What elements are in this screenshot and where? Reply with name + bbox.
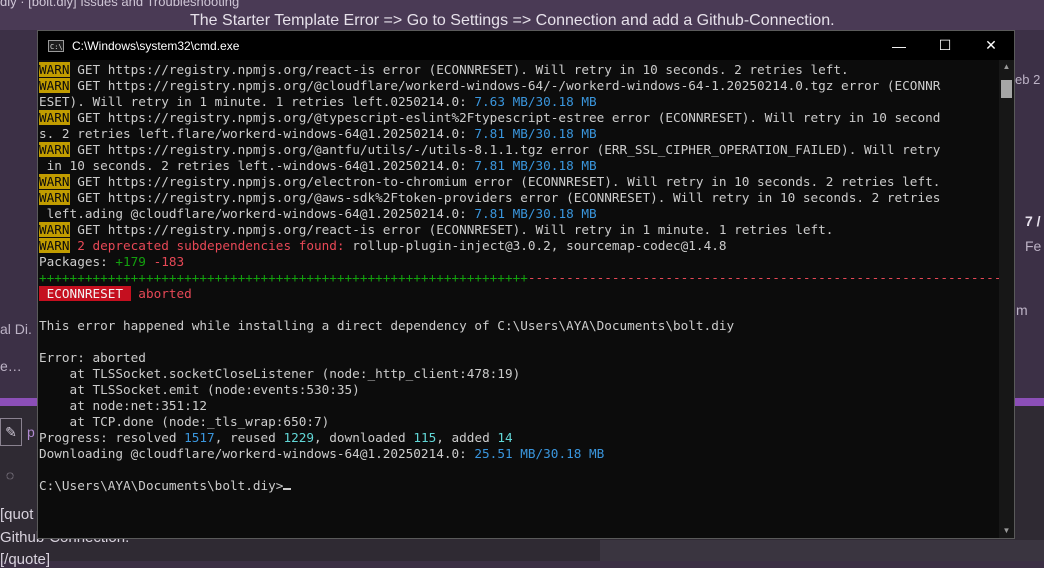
forum-date-fragment-2: Fe (1025, 238, 1042, 254)
window-title: C:\Windows\system32\cmd.exe (72, 38, 240, 53)
quote-close-text: [/quote] (0, 551, 51, 568)
console-output[interactable]: WARN GET https://registry.npmjs.org/reac… (38, 60, 999, 538)
forum-fragment: m (1016, 302, 1028, 318)
console-line: left.ading @cloudflare/workerd-windows-6… (39, 206, 597, 221)
scrollbar-thumb[interactable] (1001, 80, 1012, 98)
console-app-icon: C:\ (48, 39, 64, 52)
downloading-line: Downloading @cloudflare/workerd-windows-… (39, 446, 605, 461)
warn-badge: WARN (39, 238, 70, 253)
browser-background-header: diy · [bolt.diy] Issues and Troubleshoot… (0, 0, 1044, 30)
console-line: WARN GET https://registry.npmjs.org/reac… (39, 222, 834, 237)
packages-line: Packages: +179 -183 (39, 254, 185, 269)
stack-line: at node:net:351:12 (39, 398, 208, 413)
console-line: ESET). Will retry in 1 minute. 1 retries… (39, 94, 597, 109)
forum-side-fragment: p (27, 424, 35, 440)
console-line: WARN GET https://registry.npmjs.org/@typ… (39, 110, 941, 125)
minimize-button[interactable]: — (876, 31, 922, 60)
stack-line: at TCP.done (node:_tls_wrap:650:7) (39, 414, 330, 429)
command-prompt: C:\Users\AYA\Documents\bolt.diy> (39, 478, 292, 494)
console-line: WARN GET https://registry.npmjs.org/elec… (39, 174, 941, 189)
maximize-button[interactable]: ☐ (922, 31, 968, 60)
progress-line: Progress: resolved 1517, reused 1229, do… (39, 430, 513, 445)
forum-left-fragment: al Di. (0, 321, 32, 337)
warn-badge: WARN (39, 110, 70, 125)
console-line: WARN GET https://registry.npmjs.org/reac… (39, 62, 849, 77)
forum-count-fragment: 7 / (1025, 213, 1041, 229)
error-line: ECONNRESET aborted (39, 286, 192, 301)
text-cursor (283, 488, 292, 490)
warn-badge: WARN (39, 78, 70, 93)
forum-banner-text: The Starter Template Error => Go to Sett… (190, 12, 835, 29)
browser-tab-text: diy · [bolt.diy] Issues and Troubleshoot… (0, 0, 240, 9)
cmd-title-bar[interactable]: C:\ C:\Windows\system32\cmd.exe — ☐ ✕ (38, 31, 1014, 60)
forum-date-fragment: eb 2 (1015, 72, 1041, 87)
progress-bar-line: ++++++++++++++++++++++++++++++++++++++++… (39, 270, 999, 285)
console-line: in 10 seconds. 2 retries left.-windows-6… (39, 158, 597, 173)
console-line: WARN GET https://registry.npmjs.org/@clo… (39, 78, 941, 93)
chat-bubble-icon[interactable]: ◌ (0, 462, 20, 488)
close-button[interactable]: ✕ (968, 31, 1014, 60)
warn-badge: WARN (39, 190, 70, 205)
stack-line: at TLSSocket.emit (node:events:530:35) (39, 382, 360, 397)
forum-left-fragment-2: e… (0, 358, 22, 374)
forum-bottom-panel (600, 540, 1044, 561)
warn-badge: WARN (39, 142, 70, 157)
error-badge: ECONNRESET (39, 286, 131, 301)
edit-icon[interactable]: ✎ (0, 418, 22, 446)
console-scrollbar[interactable]: ▲ ▼ (999, 60, 1014, 538)
warn-badge: WARN (39, 222, 70, 237)
console-line: WARN GET https://registry.npmjs.org/@aws… (39, 190, 941, 205)
console-line: WARN 2 deprecated subdependencies found:… (39, 238, 727, 253)
quote-open-text: [quot (0, 506, 34, 523)
console-line: WARN GET https://registry.npmjs.org/@ant… (39, 142, 941, 157)
console-line: This error happened while installing a d… (39, 318, 735, 333)
warn-badge: WARN (39, 174, 70, 189)
scroll-down-arrow-icon[interactable]: ▼ (999, 524, 1014, 538)
scroll-up-arrow-icon[interactable]: ▲ (999, 60, 1014, 74)
warn-badge: WARN (39, 62, 70, 77)
stack-line: at TLSSocket.socketCloseListener (node:_… (39, 366, 521, 381)
console-line: s. 2 retries left.flare/workerd-windows-… (39, 126, 597, 141)
console-line: Error: aborted (39, 350, 146, 365)
cmd-window[interactable]: C:\ C:\Windows\system32\cmd.exe — ☐ ✕ WA… (37, 30, 1015, 539)
